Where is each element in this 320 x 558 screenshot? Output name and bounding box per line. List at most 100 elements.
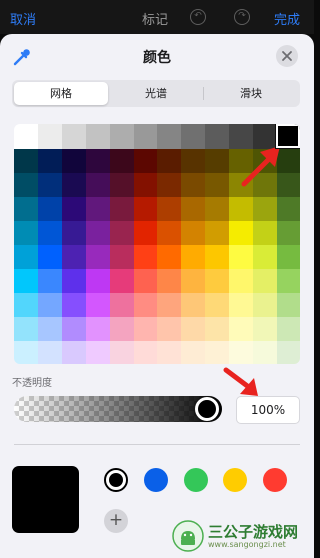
color-cell[interactable] — [276, 316, 300, 341]
color-cell[interactable] — [37, 196, 63, 221]
color-cell[interactable] — [61, 148, 86, 173]
color-cell[interactable] — [133, 172, 158, 197]
color-cell[interactable] — [180, 268, 206, 293]
color-cell[interactable] — [37, 220, 63, 245]
color-cell[interactable] — [14, 196, 39, 221]
color-cell[interactable] — [204, 148, 229, 173]
color-cell[interactable] — [37, 316, 63, 341]
color-cell[interactable] — [61, 316, 86, 341]
color-cell[interactable] — [37, 340, 63, 364]
color-cell[interactable] — [37, 268, 63, 293]
color-cell[interactable] — [276, 340, 300, 364]
color-cell[interactable] — [133, 340, 158, 364]
color-cell[interactable] — [252, 292, 277, 317]
color-cell[interactable] — [85, 316, 110, 341]
color-cell[interactable] — [37, 172, 63, 197]
opacity-slider[interactable] — [14, 396, 222, 422]
color-cell[interactable] — [157, 172, 182, 197]
favorite-color-green[interactable] — [184, 468, 208, 492]
color-cell[interactable] — [204, 244, 229, 269]
color-cell[interactable] — [180, 172, 206, 197]
color-cell[interactable] — [109, 316, 134, 341]
color-cell[interactable] — [204, 124, 229, 149]
color-cell[interactable] — [252, 244, 277, 269]
color-cell[interactable] — [228, 220, 253, 245]
color-cell[interactable] — [14, 316, 39, 341]
color-cell[interactable] — [85, 196, 110, 221]
color-cell[interactable] — [204, 292, 229, 317]
color-cell[interactable] — [14, 244, 39, 269]
color-cell[interactable] — [180, 220, 206, 245]
opacity-slider-thumb[interactable] — [195, 397, 219, 421]
color-cell[interactable] — [109, 172, 134, 197]
color-cell[interactable] — [252, 316, 277, 341]
color-cell[interactable] — [37, 292, 63, 317]
color-cell[interactable] — [157, 148, 182, 173]
color-cell[interactable] — [85, 244, 110, 269]
color-cell[interactable] — [85, 340, 110, 364]
color-cell[interactable] — [157, 244, 182, 269]
color-cell[interactable] — [180, 292, 206, 317]
color-cell[interactable] — [37, 244, 63, 269]
color-cell[interactable] — [276, 220, 300, 245]
favorite-color-red[interactable] — [263, 468, 287, 492]
color-cell[interactable] — [14, 148, 39, 173]
color-cell[interactable] — [228, 316, 253, 341]
color-cell[interactable] — [109, 148, 134, 173]
color-cell[interactable] — [14, 124, 39, 149]
color-cell[interactable] — [14, 340, 39, 364]
color-cell[interactable] — [14, 220, 39, 245]
favorite-color-black[interactable] — [104, 468, 128, 492]
add-color-button[interactable]: + — [104, 509, 128, 533]
color-cell[interactable] — [276, 268, 300, 293]
color-cell[interactable] — [157, 220, 182, 245]
tab-grid[interactable]: 网格 — [14, 82, 108, 105]
color-cell[interactable] — [85, 292, 110, 317]
color-cell[interactable] — [85, 124, 110, 149]
color-cell[interactable] — [133, 148, 158, 173]
tab-spectrum[interactable]: 光谱 — [109, 82, 203, 105]
color-cell[interactable] — [252, 196, 277, 221]
color-cell[interactable] — [180, 340, 206, 364]
color-cell[interactable] — [204, 316, 229, 341]
color-cell[interactable] — [276, 196, 300, 221]
color-cell[interactable] — [61, 340, 86, 364]
color-cell[interactable] — [252, 268, 277, 293]
color-cell[interactable] — [133, 220, 158, 245]
tab-sliders[interactable]: 滑块 — [204, 82, 298, 105]
color-cell[interactable] — [37, 148, 63, 173]
color-cell[interactable] — [85, 172, 110, 197]
color-cell[interactable] — [157, 268, 182, 293]
close-button[interactable] — [276, 45, 298, 67]
color-cell[interactable] — [204, 220, 229, 245]
color-cell[interactable] — [109, 196, 134, 221]
color-cell[interactable] — [228, 268, 253, 293]
color-cell[interactable] — [85, 220, 110, 245]
color-cell[interactable] — [14, 172, 39, 197]
color-cell[interactable] — [133, 316, 158, 341]
color-cell[interactable] — [180, 148, 206, 173]
undo-icon[interactable]: ↶ — [190, 9, 206, 25]
color-cell[interactable] — [85, 268, 110, 293]
color-cell[interactable] — [228, 196, 253, 221]
favorite-color-blue[interactable] — [144, 468, 168, 492]
color-cell[interactable] — [61, 124, 86, 149]
opacity-value-field[interactable]: 100% — [236, 396, 300, 424]
color-cell[interactable] — [180, 316, 206, 341]
color-cell[interactable] — [109, 220, 134, 245]
color-cell[interactable] — [157, 340, 182, 364]
color-cell[interactable] — [157, 124, 182, 149]
color-cell[interactable] — [109, 124, 134, 149]
color-cell[interactable] — [61, 220, 86, 245]
color-cell[interactable] — [157, 316, 182, 341]
color-cell[interactable] — [276, 292, 300, 317]
cancel-button[interactable]: 取消 — [10, 9, 36, 28]
color-cell[interactable] — [204, 196, 229, 221]
color-cell[interactable] — [61, 292, 86, 317]
color-cell[interactable] — [109, 244, 134, 269]
color-cell[interactable] — [61, 244, 86, 269]
favorite-color-yellow[interactable] — [223, 468, 247, 492]
color-cell[interactable] — [252, 340, 277, 364]
color-cell[interactable] — [228, 244, 253, 269]
color-cell[interactable] — [228, 340, 253, 364]
